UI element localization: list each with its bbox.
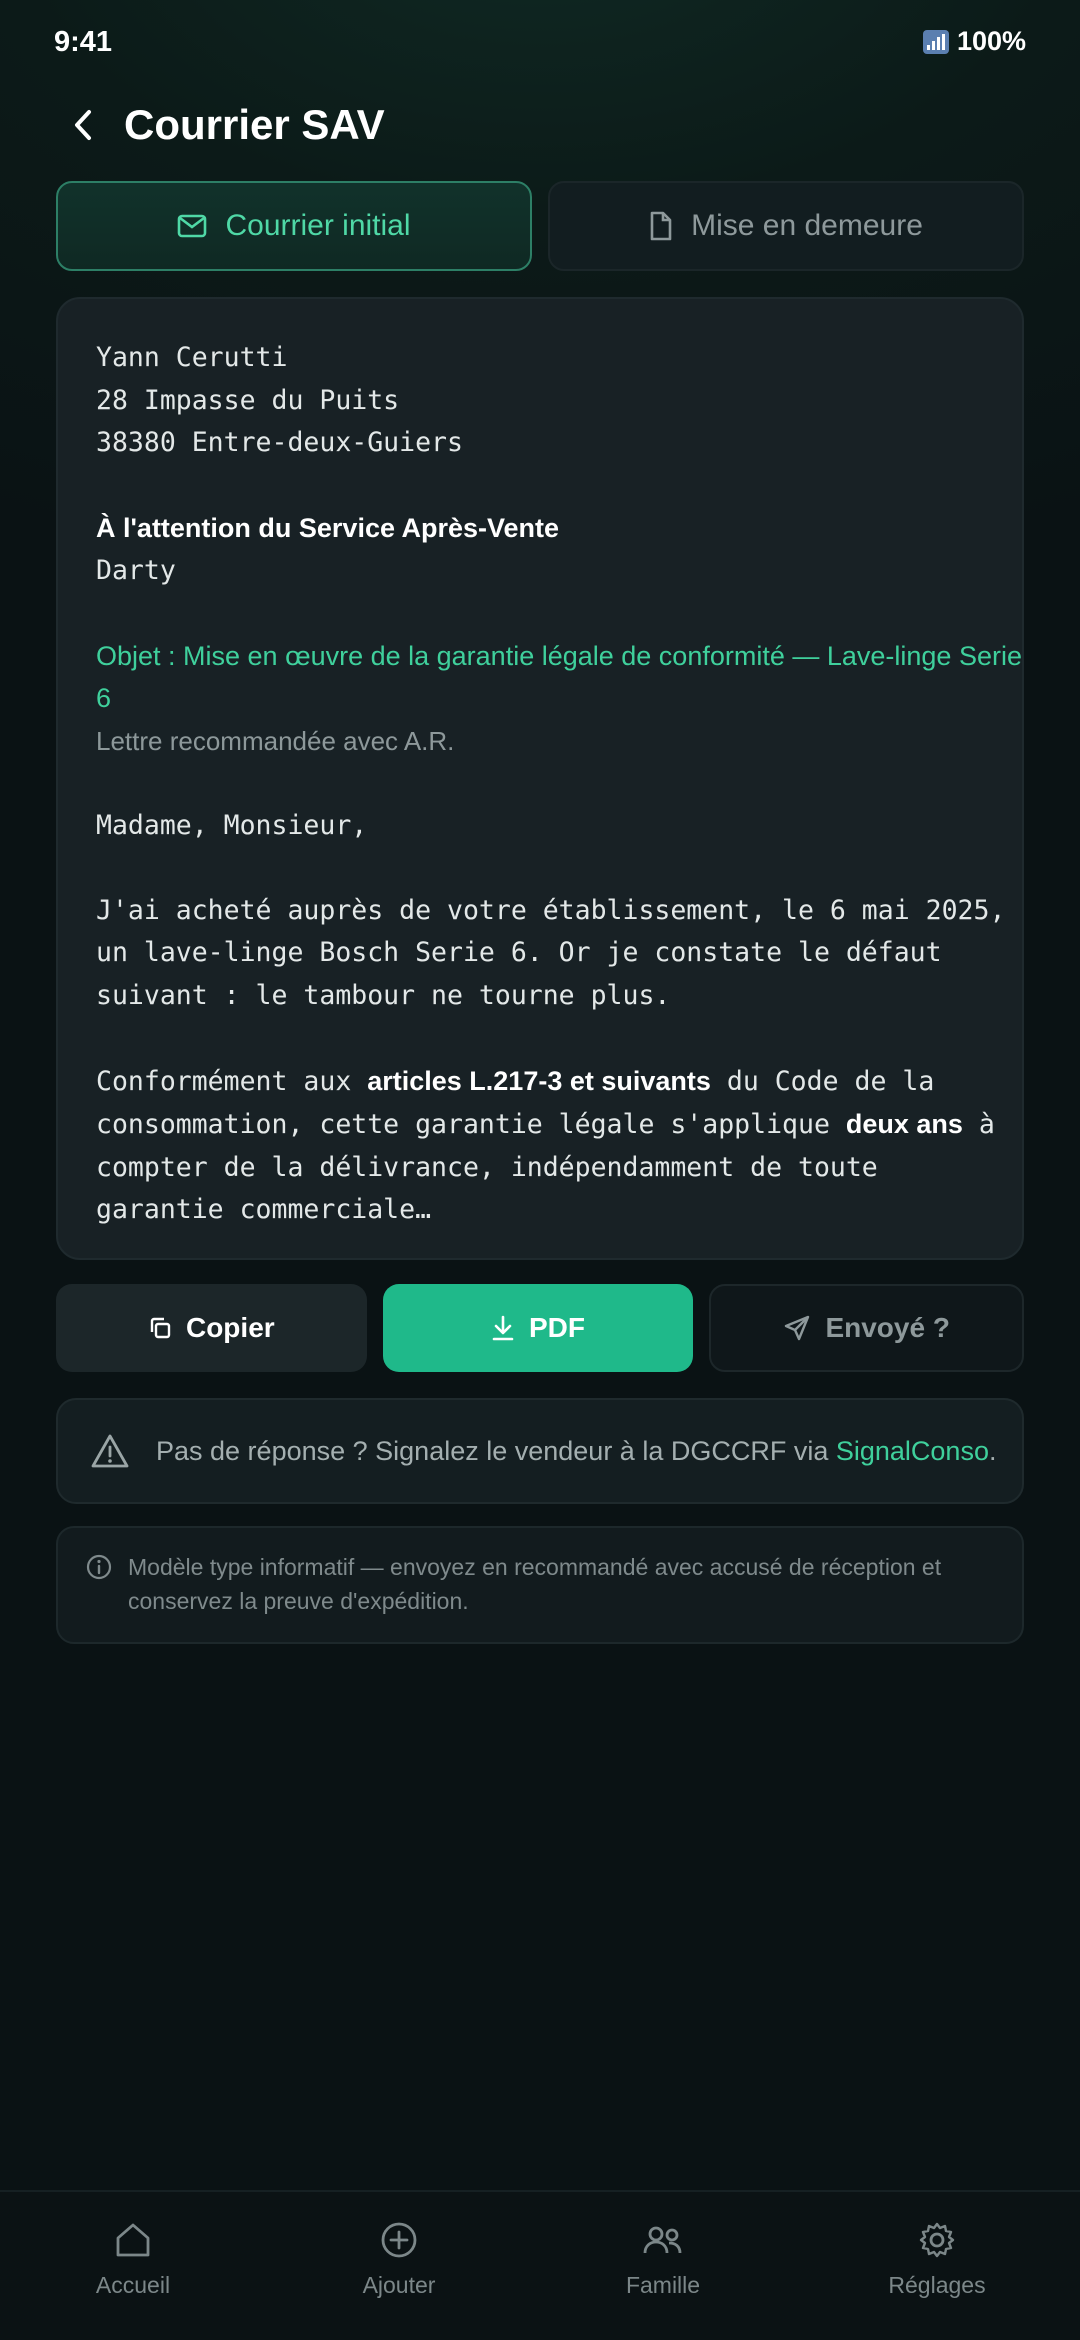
add-circle-icon	[381, 2222, 417, 2258]
greeting: Madame, Monsieur,	[96, 809, 368, 841]
bottom-navigation: Accueil Ajouter Famille Réglages	[0, 2190, 1080, 2340]
mark-sent-button[interactable]: Envoyé ?	[709, 1284, 1025, 1372]
paragraph-line: compter de la délivrance, indépendamment…	[96, 1151, 878, 1183]
sender-city: 38380 Entre-deux-Guiers	[96, 427, 463, 458]
alert-text: Pas de réponse ? Signalez le vendeur à l…	[156, 1435, 997, 1466]
back-button[interactable]	[56, 97, 112, 153]
tab-courrier-initial[interactable]: Courrier initial	[56, 181, 532, 271]
copy-icon	[150, 1317, 171, 1339]
nav-label: Réglages	[888, 2272, 986, 2298]
signal-icon	[922, 29, 949, 54]
status-time: 9:41	[54, 26, 113, 58]
letter-preview: Yann Cerutti 28 Impasse du Puits 38380 E…	[56, 297, 1024, 1260]
objet-line: Objet : Mise en œuvre de la garantie lég…	[96, 640, 1022, 671]
pdf-label: PDF	[529, 1312, 585, 1343]
send-icon	[785, 1315, 810, 1341]
nav-label: Ajouter	[362, 2272, 436, 2298]
attention-line: À l'attention du Service Après-Vente	[96, 513, 560, 543]
paragraph-line: J'ai acheté auprès de votre établissemen…	[96, 894, 1006, 926]
page-title: Courrier SAV	[124, 101, 385, 148]
nav-item-ajouter[interactable]: Ajouter	[319, 2216, 479, 2299]
battery-level: 100%	[956, 26, 1026, 56]
mail-icon	[178, 214, 207, 238]
status-indicators: 100%	[922, 26, 1026, 57]
warning-icon	[91, 1434, 129, 1468]
nav-label: Accueil	[95, 2272, 171, 2298]
sent-label: Envoyé ?	[825, 1312, 950, 1343]
letter-actions: Copier PDF Envoyé ?	[56, 1284, 1025, 1372]
warranty-duration: deux ans	[845, 1109, 963, 1139]
signalconso-link[interactable]: SignalConso	[836, 1436, 989, 1466]
paragraph-line: suivant : le tambour ne tourne plus.	[96, 979, 671, 1011]
nav-item-accueil[interactable]: Accueil	[53, 2216, 213, 2299]
gear-icon	[919, 2222, 955, 2258]
nav-item-famille[interactable]: Famille	[583, 2216, 743, 2299]
tab-label: Courrier initial	[225, 209, 411, 242]
nav-item-reglages[interactable]: Réglages	[857, 2216, 1017, 2299]
download-icon	[492, 1315, 514, 1341]
chevron-left-icon	[75, 110, 91, 140]
tab-mise-en-demeure[interactable]: Mise en demeure	[548, 181, 1024, 271]
tab-label: Mise en demeure	[691, 209, 923, 242]
note-text: Modèle type informatif — envoyez en reco…	[128, 1554, 942, 1614]
legal-reference: articles L.217-3 et suivants	[367, 1065, 711, 1096]
recipient: Darty	[96, 554, 176, 586]
sender-name: Yann Cerutti	[96, 342, 288, 373]
paragraph-line: un lave-linge Bosch Serie 6. Or je const…	[96, 937, 942, 968]
signalconso-alert: Pas de réponse ? Signalez le vendeur à l…	[56, 1398, 1024, 1504]
info-icon	[86, 1554, 112, 1580]
status-bar: 9:41 100%	[0, 0, 1080, 90]
pdf-download-button[interactable]: PDF	[382, 1284, 694, 1372]
copy-label: Copier	[185, 1312, 275, 1343]
document-icon	[650, 211, 672, 241]
info-note: Modèle type informatif — envoyez en reco…	[56, 1526, 1024, 1644]
nav-label: Famille	[625, 2272, 701, 2298]
copy-button[interactable]: Copier	[56, 1284, 367, 1372]
people-icon	[643, 2226, 682, 2254]
paragraph-line: consommation, cette garantie légale s'ap…	[96, 1109, 995, 1140]
home-icon	[116, 2223, 150, 2257]
recommande-note: Lettre recommandée avec A.R.	[96, 725, 455, 756]
paragraph-line: Conformément aux articles L.217-3 et sui…	[96, 1065, 935, 1097]
sender-street: 28 Impasse du Puits	[96, 384, 400, 416]
objet-line-continued: 6	[96, 683, 112, 713]
header: Courrier SAV	[56, 92, 385, 158]
paragraph-line: garantie commerciale…	[96, 1194, 432, 1225]
letter-type-tabs: Courrier initial Mise en demeure	[56, 181, 1024, 271]
